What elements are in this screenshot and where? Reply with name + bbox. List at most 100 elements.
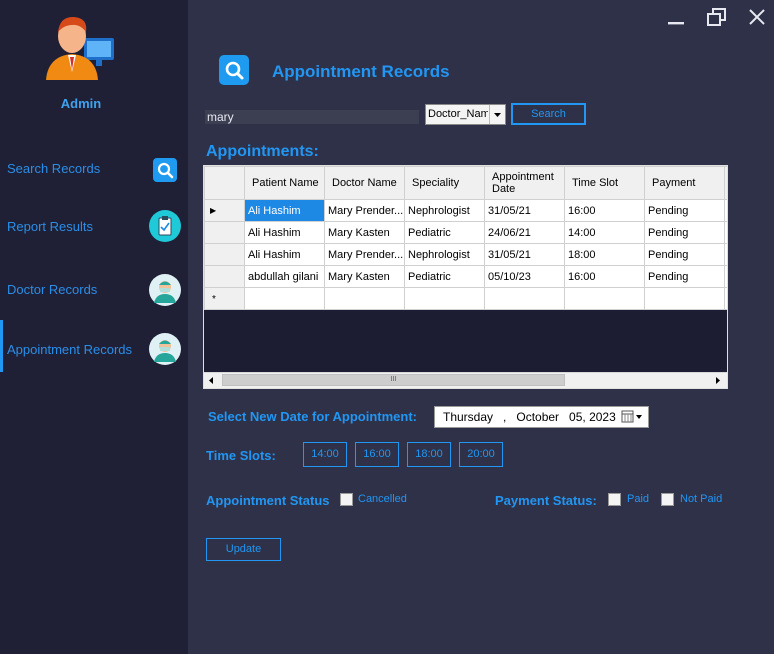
table-row[interactable]: Ali Hashim Mary Kasten Pediatric 24/06/2… [204, 221, 727, 244]
table-cell[interactable] [724, 243, 727, 266]
scroll-thumb[interactable]: III [222, 374, 565, 386]
table-cell[interactable]: Pediatric [404, 221, 485, 244]
table-cell[interactable]: Mary Kasten [324, 265, 405, 288]
table-cell[interactable] [404, 287, 485, 310]
search-button[interactable]: Search [511, 103, 586, 125]
cancelled-label[interactable]: Cancelled [358, 493, 407, 505]
table-cell[interactable]: Ali Hashim [244, 199, 325, 222]
table-cell[interactable] [724, 199, 727, 222]
table-cell[interactable]: Pediatric [404, 265, 485, 288]
update-button[interactable]: Update [206, 538, 281, 561]
table-cell[interactable] [564, 287, 645, 310]
table-cell[interactable]: 31/05/21 [484, 243, 565, 266]
row-header[interactable] [204, 243, 245, 266]
appointments-grid[interactable]: Patient Name Doctor Name Speciality Appo… [203, 165, 728, 389]
table-cell[interactable] [724, 265, 727, 288]
appointment-status-label: Appointment Status [206, 493, 330, 508]
table-cell[interactable]: 18:00 [564, 243, 645, 266]
row-header-corner [204, 166, 245, 200]
time-slot-button[interactable]: 20:00 [459, 442, 503, 467]
scroll-right-icon[interactable] [714, 376, 722, 385]
clipboard-icon [149, 210, 181, 242]
time-slot-button[interactable]: 16:00 [355, 442, 399, 467]
column-header[interactable]: Speciality [404, 166, 485, 200]
sidebar-item-label: Doctor Records [7, 282, 98, 297]
table-row[interactable]: Ali Hashim Mary Prender... Nephrologist … [204, 243, 727, 266]
minimize-icon[interactable] [668, 20, 686, 26]
not-paid-checkbox[interactable] [661, 493, 674, 506]
search-field-value: Doctor_Nam [428, 108, 488, 120]
date-label: Select New Date for Appointment: [208, 409, 417, 424]
table-cell[interactable] [644, 287, 725, 310]
new-row[interactable]: * [204, 287, 727, 310]
admin-avatar-icon [46, 16, 114, 80]
table-cell[interactable] [724, 221, 727, 244]
sidebar-item-appointment-records[interactable]: Appointment Records [0, 322, 188, 374]
sidebar-item-label: Search Records [7, 161, 101, 176]
dropdown-arrow-icon [489, 105, 505, 124]
restore-icon[interactable] [707, 8, 727, 26]
horizontal-scrollbar[interactable]: III [204, 372, 727, 388]
sidebar-item-search-records[interactable]: Search Records [0, 144, 188, 196]
date-picker[interactable]: Thursday , October 05, 2023 [434, 406, 649, 428]
table-cell[interactable] [324, 287, 405, 310]
table-cell[interactable]: abdullah gilani [244, 265, 325, 288]
calendar-dropdown-icon[interactable] [621, 410, 645, 424]
time-slots-label: Time Slots: [206, 448, 276, 463]
table-cell[interactable]: Mary Prender... [324, 199, 405, 222]
sidebar: Admin Search Records Report Results Doct… [0, 0, 188, 654]
table-cell[interactable]: Pending [644, 221, 725, 244]
table-cell[interactable]: Pending [644, 243, 725, 266]
table-cell[interactable] [484, 287, 565, 310]
current-row-marker: ▶ [210, 205, 217, 215]
column-header[interactable]: Payment [644, 166, 725, 200]
column-header[interactable]: Time Slot [564, 166, 645, 200]
new-row-marker: * [212, 293, 216, 305]
sidebar-item-report-results[interactable]: Report Results [0, 200, 188, 252]
table-cell[interactable]: 31/05/21 [484, 199, 565, 222]
table-row[interactable]: ▶ Ali Hashim Mary Prender... Nephrologis… [204, 199, 727, 222]
date-picker-value: Thursday , October 05, 2023 [443, 410, 616, 424]
paid-checkbox[interactable] [608, 493, 621, 506]
table-cell[interactable]: Nephrologist [404, 243, 485, 266]
search-field-select[interactable]: Doctor_Nam [425, 104, 506, 125]
search-input[interactable]: mary [205, 110, 419, 124]
column-header [724, 166, 727, 200]
column-header[interactable]: Patient Name [244, 166, 325, 200]
sidebar-item-doctor-records[interactable]: Doctor Records [0, 264, 188, 316]
row-header[interactable] [204, 221, 245, 244]
table-cell[interactable]: Ali Hashim [244, 243, 325, 266]
table-cell[interactable]: Pending [644, 199, 725, 222]
column-header[interactable]: Appointment Date [484, 166, 565, 200]
table-cell[interactable]: Ali Hashim [244, 221, 325, 244]
table-cell[interactable] [244, 287, 325, 310]
column-header[interactable]: Doctor Name [324, 166, 405, 200]
sidebar-item-label: Appointment Records [7, 342, 133, 357]
time-slot-button[interactable]: 18:00 [407, 442, 451, 467]
new-row-icon[interactable]: * [204, 287, 245, 310]
time-slot-button[interactable]: 14:00 [303, 442, 347, 467]
admin-label: Admin [60, 96, 102, 111]
close-icon[interactable] [748, 8, 766, 26]
table-cell[interactable]: 24/06/21 [484, 221, 565, 244]
search-icon [219, 55, 249, 85]
table-cell[interactable]: Pending [644, 265, 725, 288]
table-cell[interactable]: Nephrologist [404, 199, 485, 222]
paid-label[interactable]: Paid [627, 493, 649, 505]
table-cell[interactable]: 14:00 [564, 221, 645, 244]
table-cell[interactable]: Mary Prender... [324, 243, 405, 266]
not-paid-label[interactable]: Not Paid [680, 493, 722, 505]
table-row[interactable]: abdullah gilani Mary Kasten Pediatric 05… [204, 265, 727, 288]
table-cell[interactable]: 05/10/23 [484, 265, 565, 288]
current-row-icon[interactable]: ▶ [204, 199, 245, 222]
table-cell[interactable]: 16:00 [564, 199, 645, 222]
cancelled-checkbox[interactable] [340, 493, 353, 506]
table-cell[interactable]: Mary Kasten [324, 221, 405, 244]
table-cell[interactable] [724, 287, 727, 310]
appointments-table: Patient Name Doctor Name Speciality Appo… [204, 166, 727, 310]
scroll-left-icon[interactable] [207, 376, 215, 385]
appointments-title: Appointments: [206, 143, 319, 160]
row-header[interactable] [204, 265, 245, 288]
table-cell[interactable]: 16:00 [564, 265, 645, 288]
sidebar-item-label: Report Results [7, 219, 93, 234]
